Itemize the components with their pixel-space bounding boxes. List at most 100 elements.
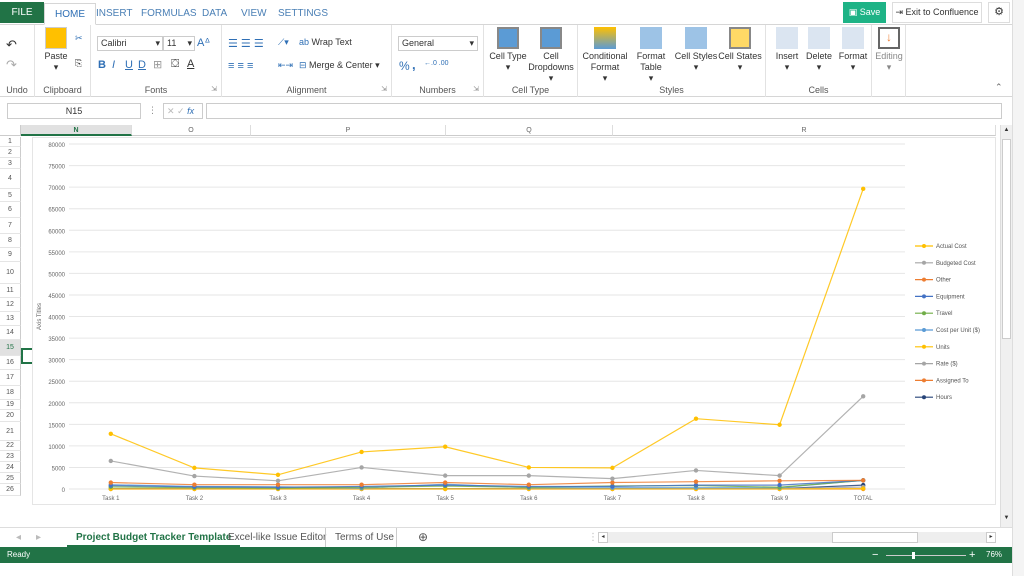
row-header[interactable]: 1	[0, 137, 21, 147]
row-header[interactable]: 16	[0, 356, 21, 370]
double-underline-button[interactable]: D	[138, 59, 146, 71]
zoom-out-icon[interactable]: −	[872, 547, 878, 563]
column-header-n[interactable]: N	[21, 125, 132, 136]
align-top-icon[interactable]: ☰ ☰ ☰	[228, 37, 264, 50]
conditional-format-button[interactable]: Conditional Format ▾	[582, 27, 628, 84]
column-header-r[interactable]: R	[613, 125, 996, 136]
alignment-launcher-icon[interactable]: ⇲	[381, 85, 387, 93]
row-header[interactable]: 22	[0, 441, 21, 451]
align-left-icon[interactable]: ≡ ≡ ≡	[228, 60, 253, 72]
tab-settings[interactable]: SETTINGS	[268, 3, 338, 25]
save-button[interactable]: ▣ Save	[843, 2, 886, 23]
column-header-p[interactable]: P	[251, 125, 446, 136]
decimal-icon[interactable]: ←.0 .00	[424, 60, 449, 67]
orientation-icon[interactable]: ⟋▾	[278, 37, 289, 48]
row-header[interactable]: 12	[0, 298, 21, 312]
row-header[interactable]: 5	[0, 189, 21, 202]
exit-to-confluence-button[interactable]: ⇥ Exit to Confluence	[892, 2, 982, 23]
prev-sheet-icon[interactable]: ◂	[16, 528, 21, 547]
row-header[interactable]: 23	[0, 451, 21, 462]
column-header-o[interactable]: O	[132, 125, 251, 136]
row-header[interactable]: 3	[0, 158, 21, 169]
row-header[interactable]: 17	[0, 370, 21, 386]
italic-button[interactable]: I	[112, 59, 115, 71]
indent-icon[interactable]: ⇤⇥	[278, 60, 293, 71]
paste-button[interactable]: Paste ▾	[43, 27, 69, 73]
zoom-in-icon[interactable]: +	[969, 547, 975, 563]
number-format-select[interactable]: General ▾	[398, 36, 478, 51]
row-header[interactable]: 8	[0, 234, 21, 248]
row-header[interactable]: 25	[0, 473, 21, 484]
font-color-icon[interactable]: A	[187, 58, 194, 70]
row-header[interactable]: 10	[0, 262, 21, 284]
row-header[interactable]: 21	[0, 422, 21, 441]
page-scrollbar[interactable]	[1012, 0, 1024, 576]
copy-icon[interactable]: ⎘	[75, 58, 82, 69]
next-sheet-icon[interactable]: ▸	[36, 528, 41, 547]
confirm-icon[interactable]: ✓	[177, 106, 187, 116]
horizontal-scrollbar[interactable]: ◂ ▸	[598, 532, 996, 543]
row-header[interactable]: 13	[0, 312, 21, 326]
row-header[interactable]: 2	[0, 147, 21, 158]
redo-icon[interactable]: ↷	[6, 57, 17, 73]
undo-icon[interactable]: ↶	[6, 37, 17, 53]
column-header-q[interactable]: Q	[446, 125, 613, 136]
format-button[interactable]: Format ▾	[836, 27, 870, 73]
row-header[interactable]: 6	[0, 202, 21, 218]
add-sheet-icon[interactable]: ⊕	[418, 528, 428, 547]
underline-button[interactable]: U	[125, 59, 133, 71]
row-header[interactable]: 4	[0, 169, 21, 189]
sheet-tab-issue-editor[interactable]: Excel-like Issue Editor	[228, 528, 326, 547]
wrap-text-button[interactable]: ab Wrap Text	[299, 37, 352, 47]
row-header[interactable]: 7	[0, 218, 21, 234]
format-table-button[interactable]: Format Table ▾	[632, 27, 670, 84]
zoom-slider-thumb[interactable]	[912, 552, 915, 559]
scroll-down-icon[interactable]: ▼	[1002, 515, 1011, 524]
vertical-scroll-thumb[interactable]	[1002, 139, 1011, 339]
fonts-launcher-icon[interactable]: ⇲	[211, 85, 217, 93]
scroll-right-icon[interactable]: ▸	[986, 532, 996, 543]
insert-button[interactable]: Insert ▾	[772, 27, 802, 73]
merge-center-button[interactable]: ⊟ Merge & Center ▾	[299, 60, 380, 71]
numbers-launcher-icon[interactable]: ⇲	[473, 85, 479, 93]
settings-gear-button[interactable]: ⚙	[988, 2, 1010, 23]
tab-splitter-icon[interactable]: ⋮	[588, 528, 598, 547]
row-header[interactable]: 14	[0, 326, 21, 340]
editing-button[interactable]: ↓ Editing ▾	[875, 27, 903, 73]
row-header[interactable]: 26	[0, 484, 21, 496]
row-header[interactable]: 24	[0, 462, 21, 473]
comma-button[interactable]: ,	[412, 57, 416, 72]
formula-input[interactable]	[206, 103, 1002, 119]
row-header[interactable]: 18	[0, 386, 21, 400]
scroll-up-icon[interactable]: ▲	[1002, 127, 1011, 136]
font-size-select[interactable]: 11 ▾	[163, 36, 195, 51]
bold-button[interactable]: B	[98, 59, 106, 71]
border-icon[interactable]: ⊞	[153, 58, 162, 71]
row-header[interactable]: 20	[0, 410, 21, 422]
percent-button[interactable]: %	[399, 59, 410, 73]
select-all-corner[interactable]	[0, 125, 21, 136]
formula-bar-splitter-icon[interactable]: ⋮	[148, 105, 157, 116]
cut-icon[interactable]: ✂	[75, 33, 83, 44]
fill-color-icon[interactable]: ⛋	[171, 58, 179, 71]
zoom-slider[interactable]	[886, 552, 966, 559]
row-header[interactable]: 19	[0, 400, 21, 410]
chart-area[interactable]: 0 5000 10000 15000 20000 25000 30000 35000 40000…	[32, 137, 996, 505]
cell-styles-button[interactable]: Cell Styles ▾	[674, 27, 718, 73]
cell-states-button[interactable]: Cell States ▾	[718, 27, 762, 73]
row-header[interactable]: 9	[0, 248, 21, 262]
vertical-scrollbar[interactable]: ▲ ▼	[1000, 125, 1012, 527]
horizontal-scroll-thumb[interactable]	[832, 532, 918, 543]
delete-button[interactable]: Delete ▾	[804, 27, 834, 73]
scroll-left-icon[interactable]: ◂	[598, 532, 608, 543]
fx-icon[interactable]: fx	[187, 106, 194, 116]
font-family-select[interactable]: Calibri ▾	[97, 36, 163, 51]
cell-type-button[interactable]: Cell Type ▾	[488, 27, 528, 73]
collapse-ribbon-icon[interactable]: ⌃	[995, 82, 1003, 93]
font-grow-icon[interactable]: Aᐞ	[197, 36, 210, 49]
row-header[interactable]: 11	[0, 284, 21, 298]
sheet-tab-terms[interactable]: Terms of Use	[325, 528, 403, 547]
row-header[interactable]: 15	[0, 340, 21, 356]
sheet-tab-project-budget[interactable]: Project Budget Tracker Template	[67, 528, 241, 547]
name-box[interactable]: N15	[7, 103, 141, 119]
